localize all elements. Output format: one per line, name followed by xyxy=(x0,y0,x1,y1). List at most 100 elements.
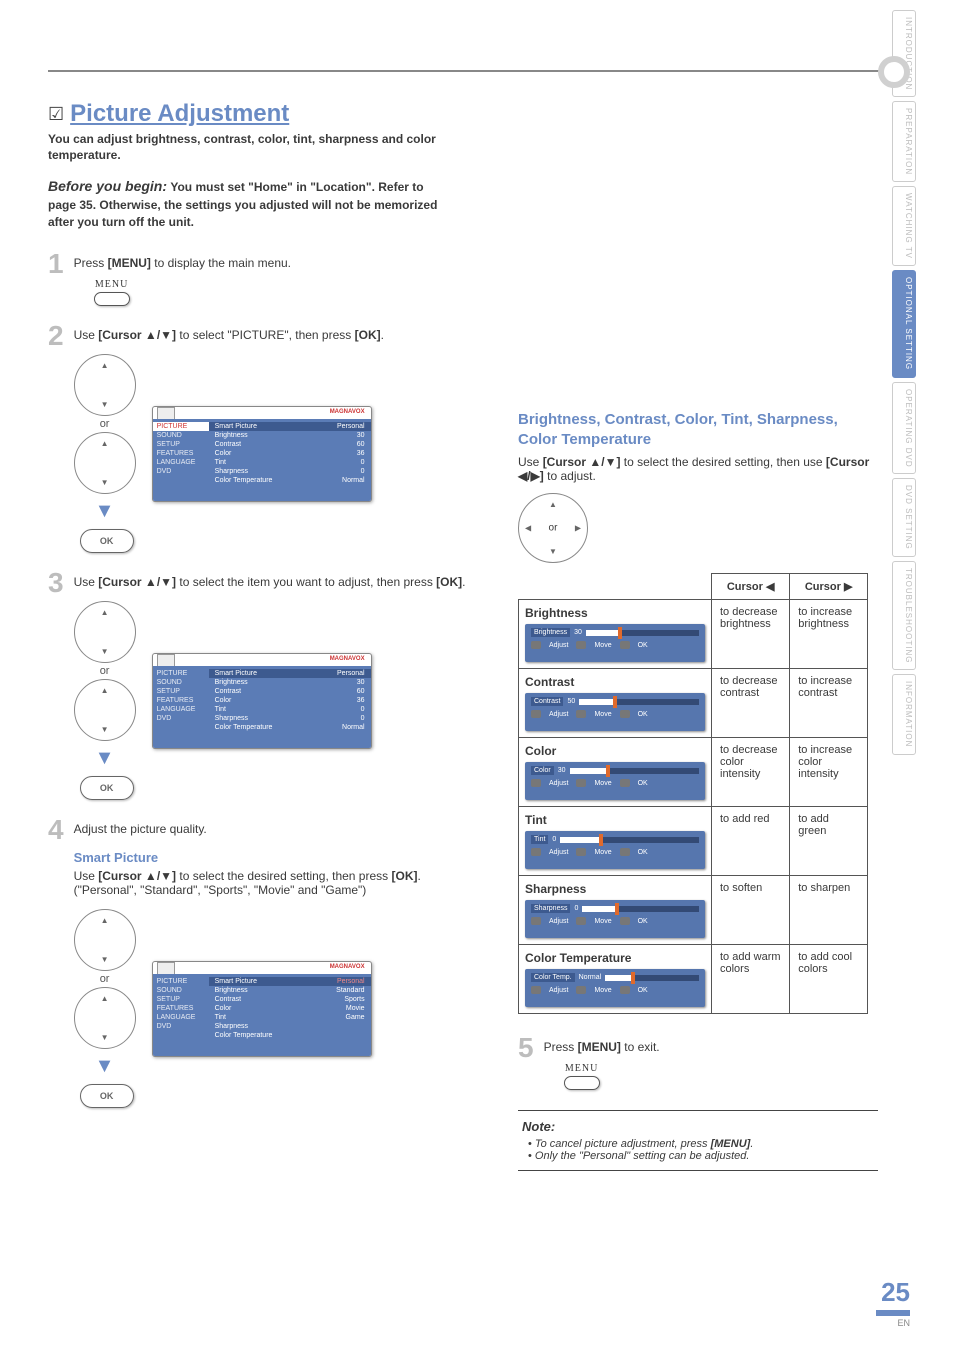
menu-item: Color Temperature xyxy=(215,477,273,484)
menu-val: 36 xyxy=(357,450,365,457)
tab-information[interactable]: INFORMATION xyxy=(892,674,916,754)
th-cursor-left: Cursor ◀ xyxy=(712,574,790,600)
step-5-menu: [MENU] xyxy=(578,1040,621,1054)
ok-button-icon: OK xyxy=(80,529,134,553)
cursor-pad-icon: ▲▼ xyxy=(74,679,136,741)
step-3: 3 Use [Cursor ▲/▼] to select the item yo… xyxy=(48,569,488,800)
cursor-pad-icon: ▲▼◀▶ or xyxy=(518,493,588,563)
adjust-bar: Tint0AdjustMoveOK xyxy=(525,831,705,869)
step-4-text: Adjust the picture quality. xyxy=(74,822,207,836)
menu-cat: SOUND xyxy=(157,986,205,995)
menu-button-label: MENU xyxy=(95,279,128,290)
brand-label: MAGNAVOX xyxy=(330,409,365,415)
menu-cat-picture: PICTURE xyxy=(153,422,209,431)
sidebar-tabs: INTRODUCTION PREPARATION WATCHING TV OPT… xyxy=(892,10,916,755)
menu-button-label: MENU xyxy=(565,1063,598,1074)
menu-screenshot-picture-item: MAGNAVOX PICTURE SOUND SETUP FEATURES LA… xyxy=(152,653,372,749)
down-arrow-icon: ▼ xyxy=(95,500,115,523)
step-3-ok: [OK] xyxy=(436,575,462,589)
settings-table: Cursor ◀ Cursor ▶ BrightnessBrightness30… xyxy=(518,573,868,1014)
setting-name: Brightness xyxy=(525,606,705,620)
menu-item: Color xyxy=(215,697,232,704)
effect-right: to increase color intensity xyxy=(790,738,868,807)
or-label: or xyxy=(100,665,110,677)
cursor-pad-icon: ▲▼ xyxy=(74,909,136,971)
ok-button-icon: OK xyxy=(80,776,134,800)
step-1-number: 1 xyxy=(48,250,64,306)
step-2-text-b: to select "PICTURE", then press xyxy=(176,328,355,342)
cursor-pad-icon: ▲▼ xyxy=(74,987,136,1049)
menu-screenshot-smart-picture: MAGNAVOX PICTURE SOUND SETUP FEATURES LA… xyxy=(152,961,372,1057)
menu-cat: PICTURE xyxy=(157,977,205,986)
effect-left: to decrease color intensity xyxy=(712,738,790,807)
menu-val: 36 xyxy=(357,697,365,704)
left-column: 1 Press [MENU] to display the main menu.… xyxy=(48,250,488,1171)
menu-item: Smart Picture xyxy=(215,670,257,677)
setting-name: Color Temperature xyxy=(525,951,705,965)
menu-cat: SOUND xyxy=(157,678,205,687)
byb-label: Before you begin: xyxy=(48,178,167,194)
step-5-text-a: Press xyxy=(544,1040,578,1054)
tab-optional-setting[interactable]: OPTIONAL SETTING xyxy=(892,270,916,377)
sp-line1-a: Use xyxy=(74,869,99,883)
effect-right: to add green xyxy=(790,807,868,876)
header-divider xyxy=(48,70,894,72)
rs-line-c: to select the desired setting, then use xyxy=(620,455,825,469)
menu-screenshot-picture: MAGNAVOX PICTURE SOUND SETUP FEATURES LA… xyxy=(152,406,372,502)
menu-item: Smart Picture xyxy=(215,978,257,985)
step-2-text-a: Use xyxy=(74,328,99,342)
step-2: 2 Use [Cursor ▲/▼] to select "PICTURE", … xyxy=(48,322,488,553)
setting-cell: TintTint0AdjustMoveOK xyxy=(519,807,712,876)
step-1: 1 Press [MENU] to display the main menu.… xyxy=(48,250,488,306)
or-label: or xyxy=(100,418,110,430)
step-3-text-b: to select the item you want to adjust, t… xyxy=(176,575,436,589)
step-3-text-a: Use xyxy=(74,575,99,589)
menu-cat: DVD xyxy=(157,467,205,476)
effect-left: to add warm colors xyxy=(712,945,790,1014)
tab-operating-dvd[interactable]: OPERATING DVD xyxy=(892,382,916,475)
tab-troubleshooting[interactable]: TROUBLESHOOTING xyxy=(892,561,916,670)
step-1-text-b: to display the main menu. xyxy=(151,256,291,270)
menu-item: Color xyxy=(215,450,232,457)
step-4: 4 Adjust the picture quality. Smart Pict… xyxy=(48,816,488,1108)
cursor-pad-icon: ▲▼ xyxy=(74,432,136,494)
tab-preparation[interactable]: PREPARATION xyxy=(892,101,916,182)
adjust-bar: Contrast50AdjustMoveOK xyxy=(525,693,705,731)
menu-item: Tint xyxy=(215,706,226,713)
page-lang: EN xyxy=(876,1318,910,1328)
menu-item: Color Temperature xyxy=(215,724,273,731)
step-2-ok: [OK] xyxy=(355,328,381,342)
menu-val: Normal xyxy=(342,477,365,484)
effect-right: to add cool colors xyxy=(790,945,868,1014)
intro-text: You can adjust brightness, contrast, col… xyxy=(48,132,468,163)
sp-line1-b: [Cursor ▲/▼] xyxy=(98,869,176,883)
effect-left: to decrease contrast xyxy=(712,669,790,738)
menu-item: Brightness xyxy=(215,987,248,994)
menu-item: Sharpness xyxy=(215,468,248,475)
step-3-end: . xyxy=(462,575,465,589)
checkbox-icon: ☑ xyxy=(48,104,64,125)
menu-item: Contrast xyxy=(215,996,241,1003)
tab-watching-tv[interactable]: WATCHING TV xyxy=(892,186,916,266)
tab-dvd-setting[interactable]: DVD SETTING xyxy=(892,478,916,557)
menu-item: Contrast xyxy=(215,441,241,448)
menu-cat: LANGUAGE xyxy=(157,1013,205,1022)
note-item: Only the "Personal" setting can be adjus… xyxy=(528,1150,874,1162)
rs-line-a: Use xyxy=(518,455,543,469)
menu-val: Game xyxy=(346,1014,365,1021)
cursor-pad-icon: ▲▼ xyxy=(74,354,136,416)
menu-val: 0 xyxy=(361,715,365,722)
menu-cat: FEATURES xyxy=(157,696,205,705)
setting-name: Contrast xyxy=(525,675,705,689)
step-2-number: 2 xyxy=(48,322,64,553)
step-3-number: 3 xyxy=(48,569,64,800)
setting-name: Sharpness xyxy=(525,882,705,896)
menu-cat: FEATURES xyxy=(157,1004,205,1013)
right-column: Brightness, Contrast, Color, Tint, Sharp… xyxy=(518,250,878,1171)
brand-label: MAGNAVOX xyxy=(330,964,365,970)
adjust-bar: Color30AdjustMoveOK xyxy=(525,762,705,800)
page-number: 25 xyxy=(876,1277,910,1308)
menu-val: Standard xyxy=(336,987,364,994)
menu-val: 30 xyxy=(357,679,365,686)
cursor-pad-icon: ▲▼ xyxy=(74,601,136,663)
